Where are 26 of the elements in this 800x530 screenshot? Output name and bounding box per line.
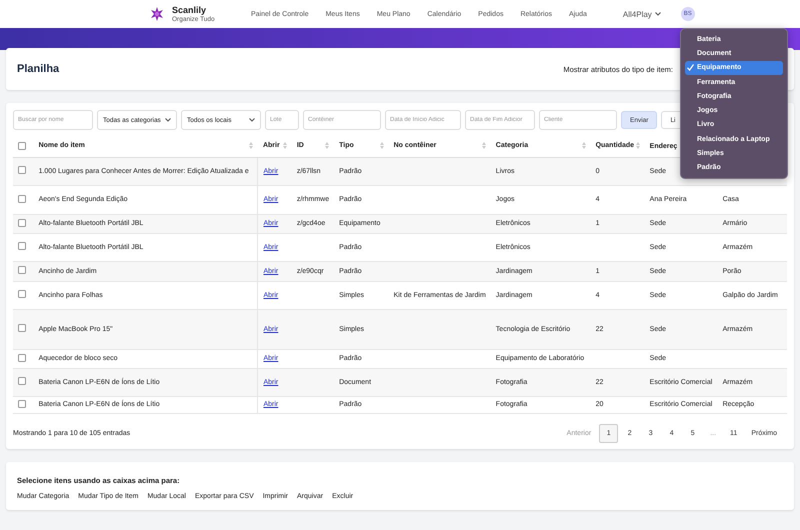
page-title: Planilha xyxy=(17,63,60,75)
row-checkbox[interactable] xyxy=(18,266,26,274)
row-checkbox[interactable] xyxy=(18,400,26,408)
brand-name: Scanlily xyxy=(172,5,208,15)
row-checkbox[interactable] xyxy=(18,290,26,298)
sort-icon xyxy=(380,142,384,150)
row-checkbox[interactable] xyxy=(18,218,26,226)
sort-icon xyxy=(582,142,586,150)
logo-icon xyxy=(150,7,164,21)
row-checkbox[interactable] xyxy=(18,324,26,332)
sort-icon xyxy=(248,142,253,150)
row-checkbox[interactable] xyxy=(18,166,26,174)
checkmark-icon xyxy=(687,64,694,72)
account-menu[interactable]: All4Play xyxy=(622,10,661,18)
sort-icon xyxy=(482,142,486,150)
row-checkbox[interactable] xyxy=(18,194,26,202)
row-checkbox[interactable] xyxy=(18,242,26,250)
select-all-checkbox[interactable] xyxy=(18,142,26,150)
sort-icon xyxy=(325,142,330,150)
sort-icon xyxy=(282,142,287,150)
sort-icon xyxy=(636,142,640,150)
chevron-down-icon xyxy=(249,118,255,122)
chevron-down-icon xyxy=(165,118,171,122)
row-checkbox[interactable] xyxy=(18,354,26,362)
chevron-down-icon xyxy=(654,12,661,16)
row-checkbox[interactable] xyxy=(18,377,26,385)
